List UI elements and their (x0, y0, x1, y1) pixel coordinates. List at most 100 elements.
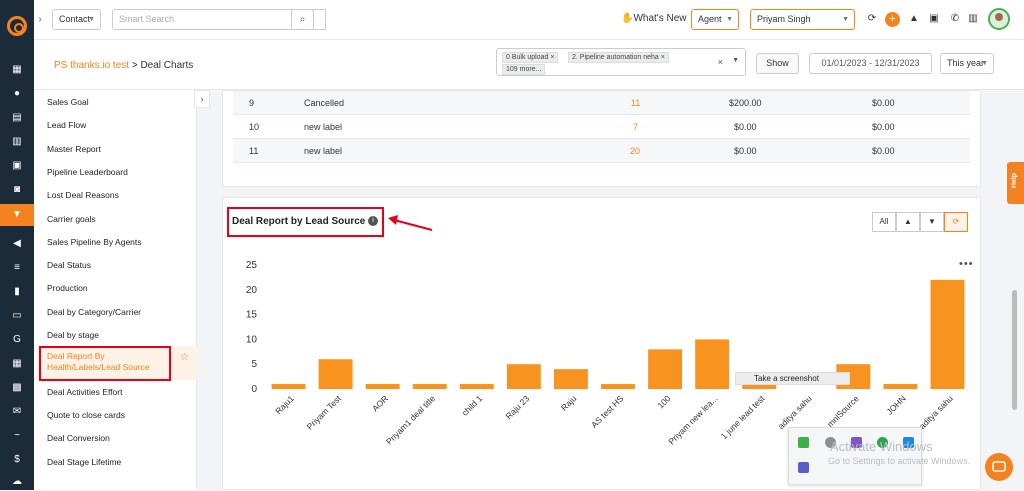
avatar[interactable] (988, 8, 1010, 30)
row-id: 10 (249, 122, 260, 132)
teams-icon[interactable] (798, 462, 809, 473)
table-row: 11 new label 20 $0.00 $0.00 (233, 139, 970, 163)
clear-icon[interactable]: × (718, 57, 723, 67)
google-icon[interactable]: G (11, 334, 23, 346)
sidebar-item-deal-by-stage[interactable]: Deal by stage (47, 330, 99, 340)
sidebar-item-deal-status[interactable]: Deal Status (47, 260, 91, 270)
dashboard-icon[interactable]: ▦ (11, 64, 23, 76)
sidebar-item-lost-deal-reasons[interactable]: Lost Deal Reasons (47, 190, 119, 200)
sidebar-item-deal-conversion[interactable]: Deal Conversion (47, 433, 110, 443)
chart-bar[interactable] (930, 279, 965, 389)
show-label: Show (766, 58, 789, 68)
row-count-link[interactable]: 11 (631, 91, 640, 115)
sidebar-item-pipeline-leaderboard[interactable]: Pipeline Leaderboard (47, 167, 128, 177)
sidebar-item-deal-stage-lifetime[interactable]: Deal Stage Lifetime (47, 457, 121, 467)
notification-icon[interactable]: ▣ (927, 12, 941, 26)
chart-bar[interactable] (506, 364, 541, 389)
chart-bar[interactable] (553, 369, 588, 389)
calculator-icon[interactable]: ▥ (966, 12, 980, 26)
cloud-icon[interactable]: ☁ (11, 476, 23, 488)
whats-new-link[interactable]: ✋What's New (621, 13, 687, 24)
date-range-label: 01/01/2023 - 12/31/2023 (821, 58, 920, 68)
add-button[interactable]: + (885, 12, 900, 27)
phone-icon[interactable]: ✆ (948, 12, 962, 26)
sidebar-item-lead-flow[interactable]: Lead Flow (47, 120, 86, 130)
role-select[interactable]: Agent ▼ (691, 9, 739, 30)
bell-icon[interactable]: ▲ (907, 12, 921, 26)
chat-button[interactable] (985, 453, 1013, 481)
chart-bar[interactable] (648, 349, 683, 389)
grid-icon[interactable]: ▩ (11, 382, 23, 394)
chart-bar[interactable] (365, 384, 400, 389)
contact-card-icon[interactable]: ◙ (11, 184, 23, 196)
sidebar-item-master-report[interactable]: Master Report (47, 144, 101, 154)
sync-icon[interactable]: ⟳ (865, 12, 879, 26)
sidebar-item-sales-goal[interactable]: Sales Goal (47, 97, 89, 107)
whats-new-label: What's New (633, 13, 687, 24)
bar-chart-icon[interactable]: ▮ (11, 286, 23, 298)
folder-icon[interactable]: ▭ (11, 310, 23, 322)
sidebar-item-deal-activities-effort[interactable]: Deal Activities Effort (47, 387, 122, 397)
app-logo-icon[interactable] (7, 16, 27, 36)
breadcrumb-parent-link[interactable]: PS thanks.io test (54, 60, 129, 71)
x-tick-label: Raju 23 (503, 393, 531, 421)
mail-icon[interactable]: ✉ (11, 406, 23, 418)
chip-label: 109 more... (506, 66, 542, 73)
table-row: 9 Cancelled 11 $200.00 $0.00 (233, 91, 970, 115)
x-tick-label: Priyam1 deal title (384, 393, 437, 446)
scrollbar-thumb[interactable] (1012, 290, 1017, 410)
megaphone-icon[interactable]: ◀ (11, 238, 23, 250)
plus-icon: + (889, 13, 896, 25)
row-label: Cancelled (304, 98, 345, 108)
contacts-icon[interactable]: ● (11, 88, 23, 100)
help-tab[interactable]: Help (1007, 162, 1024, 204)
date-range-input[interactable]: 01/01/2023 - 12/31/2023 (809, 53, 932, 74)
sidebar-toggle-button[interactable]: › (194, 90, 210, 108)
chart-bar[interactable] (459, 384, 494, 389)
chart-bar[interactable] (271, 384, 306, 389)
pipeline-chip: 2. Pipeline automation neha × (568, 52, 669, 63)
calendar-icon[interactable]: ▣ (11, 160, 23, 172)
sidebar-item-carrier-goals[interactable]: Carrier goals (47, 214, 96, 224)
chart-bar[interactable] (318, 359, 353, 389)
pipeline-chip: 0 Bulk upload × (502, 52, 559, 63)
dollar-icon[interactable]: $ (11, 454, 23, 466)
documents-icon[interactable]: ▤ (11, 112, 23, 124)
y-tick-label: 15 (246, 310, 258, 321)
row-count-link[interactable]: 20 (630, 139, 640, 163)
bank-icon[interactable]: ▥ (11, 136, 23, 148)
list-icon[interactable]: ≡ (11, 262, 23, 274)
chart-bar[interactable] (412, 384, 447, 389)
close-icon[interactable]: × (550, 54, 554, 61)
row-count-link[interactable]: 7 (633, 115, 638, 139)
x-tick-label: Raju1 (273, 393, 296, 416)
breadcrumb-current: Deal Charts (140, 60, 194, 71)
user-label: Priyam Singh (757, 14, 811, 24)
star-icon[interactable]: ☆ (180, 352, 189, 363)
show-button[interactable]: Show (756, 53, 799, 74)
close-icon[interactable]: × (661, 54, 665, 61)
chevron-down-icon[interactable]: ▼ (732, 57, 739, 64)
filter-icon[interactable]: ▼ (0, 204, 34, 226)
sidebar-item-sales-pipeline-by-agents[interactable]: Sales Pipeline By Agents (47, 237, 142, 247)
chip-label: 2. Pipeline automation neha (572, 54, 659, 61)
sidebar-item-quote-to-close[interactable]: Quote to close cards (47, 410, 125, 420)
calendar-2-icon[interactable]: ▦ (11, 358, 23, 370)
security-icon[interactable] (798, 437, 809, 448)
sidebar-item-production[interactable]: Production (47, 283, 88, 293)
chart-bar[interactable] (883, 384, 918, 389)
expand-nav-chevron-icon[interactable]: › (34, 10, 46, 30)
chevron-down-icon: ▼ (842, 16, 849, 23)
sidebar-item-deal-by-category[interactable]: Deal by Category/Carrier (47, 307, 141, 317)
search-button[interactable]: ⌕ (291, 9, 314, 30)
signature-icon[interactable]: ~ (11, 430, 23, 442)
y-tick-label: 25 (246, 260, 258, 271)
x-tick-label: AOR (370, 393, 390, 413)
contact-type-select[interactable]: Contact ▼ (52, 9, 101, 30)
label-table-card: 9 Cancelled 11 $200.00 $0.00 10 new labe… (222, 90, 981, 187)
period-select[interactable]: This year ▼ (940, 53, 994, 74)
chart-bar[interactable] (695, 339, 730, 389)
user-select[interactable]: Priyam Singh ▼ (750, 9, 855, 30)
pipeline-multiselect[interactable]: 0 Bulk upload × 2. Pipeline automation n… (496, 48, 746, 76)
chart-bar[interactable] (601, 384, 635, 389)
